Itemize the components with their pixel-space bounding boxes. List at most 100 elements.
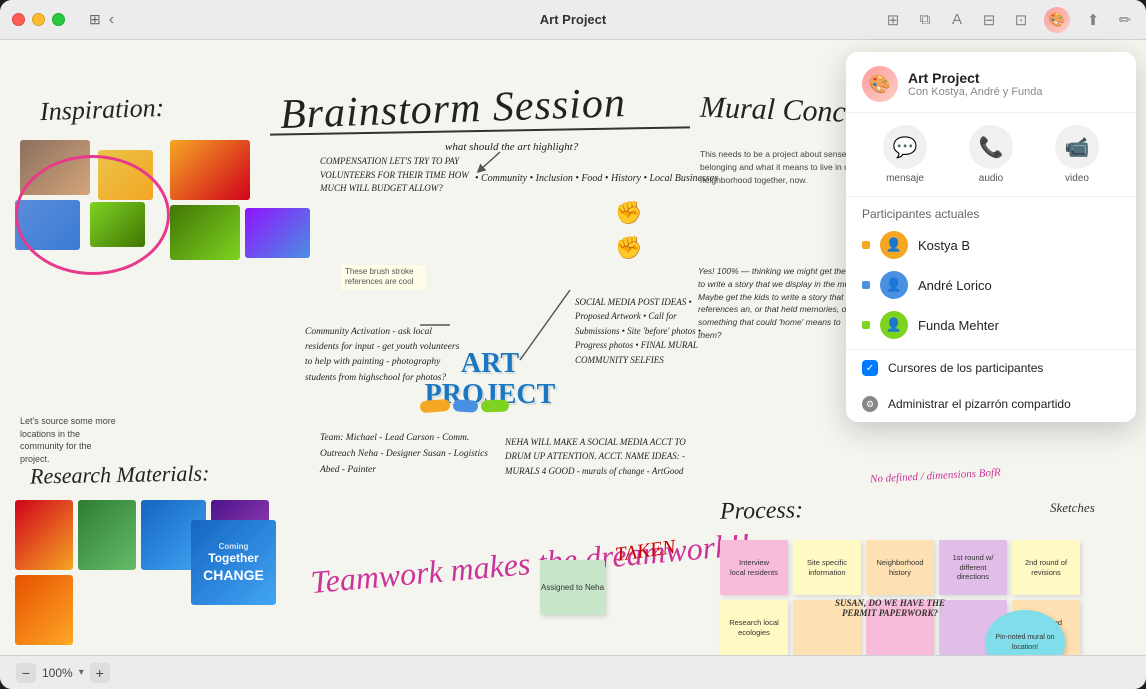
social-media-note: SOCIAL MEDIA POST IDEAS • Proposed Artwo… <box>575 295 715 367</box>
participant-name-andre: André Lorico <box>918 278 1120 293</box>
manage-label: Administrar el pizarrón compartido <box>888 397 1071 411</box>
collab-actions: 💬 mensaje 📞 audio 📹 video <box>846 113 1136 197</box>
message-action-icon: 💬 <box>883 125 927 169</box>
collab-video-button[interactable]: 📹 video <box>1055 125 1099 184</box>
participant-row-3: 👤 Funda Mehter <box>846 305 1136 345</box>
participants-title: Participantes actuales <box>846 197 1136 225</box>
participant-name-funda: Funda Mehter <box>918 318 1120 333</box>
collab-title-block: Art Project Con Kostya, André y Funda <box>908 70 1120 98</box>
zoom-level: 100% <box>42 666 73 680</box>
let-source-note: Let's source some more locations in the … <box>20 415 120 465</box>
research-label: Research Materials: <box>30 458 210 492</box>
window-title-area: Art Project <box>540 12 606 27</box>
brush-stroke-1 <box>420 399 451 414</box>
community-activation-note: Community Activation - ask local residen… <box>305 325 460 386</box>
what-should-note: what should the art highlight? <box>445 140 578 155</box>
brush-strokes <box>420 400 509 412</box>
audio-action-icon: 📞 <box>969 125 1013 169</box>
inspiration-circle <box>15 155 170 275</box>
photo-7 <box>245 208 310 258</box>
manage-icon: ⚙ <box>862 396 878 412</box>
photo-6 <box>170 205 240 260</box>
fullscreen-button[interactable] <box>52 13 65 26</box>
sticky-2nd-round: 2nd round ofrevisions <box>1012 540 1080 595</box>
sticky-research: Research localecologies <box>720 600 788 655</box>
close-button[interactable] <box>12 13 25 26</box>
collab-audio-button[interactable]: 📞 audio <box>969 125 1013 184</box>
photo-label: These brush stroke references are cool <box>341 265 426 290</box>
change-book: Coming Together CHANGE <box>191 520 276 605</box>
cursors-checkbox[interactable]: ✓ <box>862 360 878 376</box>
highlight-items-list: • Community • Inclusion • Food • History… <box>475 170 718 188</box>
avatar-icon[interactable]: 🎨 <box>1044 7 1070 33</box>
participant-color-andre <box>862 281 870 289</box>
bottom-toolbar: − 100% ▾ + <box>0 655 1146 689</box>
titlebar: ⊞ ‹ Art Project ⊞ ⧉ A ⊟ ⊡ 🎨 ⬆ ✏ <box>0 0 1146 40</box>
compensation-note: COMPENSATION LET'S TRY TO PAY VOLUNTEERS… <box>320 155 475 196</box>
window-title: Art Project <box>540 12 606 27</box>
table-icon[interactable]: ⊞ <box>884 11 902 29</box>
folder-icon[interactable]: ⊡ <box>1012 11 1030 29</box>
research-photo-5 <box>15 575 73 645</box>
zoom-out-button[interactable]: − <box>16 663 36 683</box>
collab-options: ✓ Cursores de los participantes ⚙ Admini… <box>846 349 1136 422</box>
app-window: ⊞ ‹ Art Project ⊞ ⧉ A ⊟ ⊡ 🎨 ⬆ ✏ Inspirat… <box>0 0 1146 689</box>
sketches-label: Sketches <box>1050 500 1095 516</box>
neha-section-note: NEHA WILL MAKE A SOCIAL MEDIA ACCT TO DR… <box>505 435 690 478</box>
participant-color-funda <box>862 321 870 329</box>
collab-panel: 🎨 Art Project Con Kostya, André y Funda … <box>846 52 1136 422</box>
research-photo-1 <box>15 500 73 570</box>
inspiration-label: Inspiration: <box>39 90 164 131</box>
layers-icon[interactable]: ⧉ <box>916 11 934 29</box>
cursors-label: Cursores de los participantes <box>888 361 1043 375</box>
brush-stroke-2 <box>453 399 479 412</box>
video-label: video <box>1065 173 1089 184</box>
dimensions-note: No defined / dimensions BofR <box>870 467 1001 486</box>
sticky-1st-round: 1st round w/differentdirections <box>939 540 1007 595</box>
collab-subtitle: Con Kostya, André y Funda <box>908 86 1120 98</box>
photo-5 <box>170 140 250 200</box>
sticky-site: Site specificinformation <box>793 540 861 595</box>
nav-controls: ⊞ ‹ <box>81 11 114 29</box>
zoom-chevron: ▾ <box>79 667 84 678</box>
zoom-control: − 100% ▾ + <box>16 663 110 683</box>
teamwork-text: Teamwork makes the dreamwork!! <box>309 526 752 601</box>
minimize-button[interactable] <box>32 13 45 26</box>
message-label: mensaje <box>886 173 924 184</box>
sticky-assigned: Assigned to Neha <box>540 560 605 615</box>
process-label: Process: <box>720 497 804 525</box>
research-photo-2 <box>78 500 136 570</box>
collab-header: 🎨 Art Project Con Kostya, André y Funda <box>846 52 1136 113</box>
susan-note: SUSAN, DO WE HAVE THE PERMIT PAPERWORK? <box>835 598 945 618</box>
media-icon[interactable]: ⊟ <box>980 11 998 29</box>
collab-avatar: 🎨 <box>862 66 898 102</box>
participant-row-1: 👤 Kostya B <box>846 225 1136 265</box>
participant-avatar-funda: 👤 <box>880 311 908 339</box>
mural-notes: Yes! 100% — thinking we might get the ki… <box>698 265 866 342</box>
share-icon[interactable]: ⬆ <box>1084 11 1102 29</box>
toolbar-right: ⊞ ⧉ A ⊟ ⊡ 🎨 ⬆ ✏ <box>884 7 1134 33</box>
zoom-in-button[interactable]: + <box>90 663 110 683</box>
text-icon[interactable]: A <box>948 11 966 29</box>
participant-avatar-kostya: 👤 <box>880 231 908 259</box>
sticky-neighborhood: Neighborhoodhistory <box>866 540 934 595</box>
sidebar-toggle-icon[interactable]: ⊞ <box>89 11 101 28</box>
research-photo-grid <box>15 500 325 645</box>
participant-name-kostya: Kostya B <box>918 238 1120 253</box>
participant-row-2: 👤 André Lorico <box>846 265 1136 305</box>
traffic-lights <box>12 13 65 26</box>
edit-icon[interactable]: ✏ <box>1116 11 1134 29</box>
brush-stroke-3 <box>481 400 509 413</box>
video-action-icon: 📹 <box>1055 125 1099 169</box>
back-button[interactable]: ‹ <box>109 11 114 29</box>
sticky-interview: Interviewlocal residents <box>720 540 788 595</box>
cursors-option[interactable]: ✓ Cursores de los participantes <box>846 350 1136 386</box>
collab-title: Art Project <box>908 70 1120 86</box>
audio-label: audio <box>979 173 1003 184</box>
participant-color-kostya <box>862 241 870 249</box>
mural-text-block: This needs to be a project about sense o… <box>700 148 860 186</box>
team-section-note: Team: Michael - Lead Carson - Comm. Outr… <box>320 430 495 478</box>
collab-message-button[interactable]: 💬 mensaje <box>883 125 927 184</box>
manage-option[interactable]: ⚙ Administrar el pizarrón compartido <box>846 386 1136 422</box>
emoji-icons: ✊✊ <box>615 195 642 265</box>
